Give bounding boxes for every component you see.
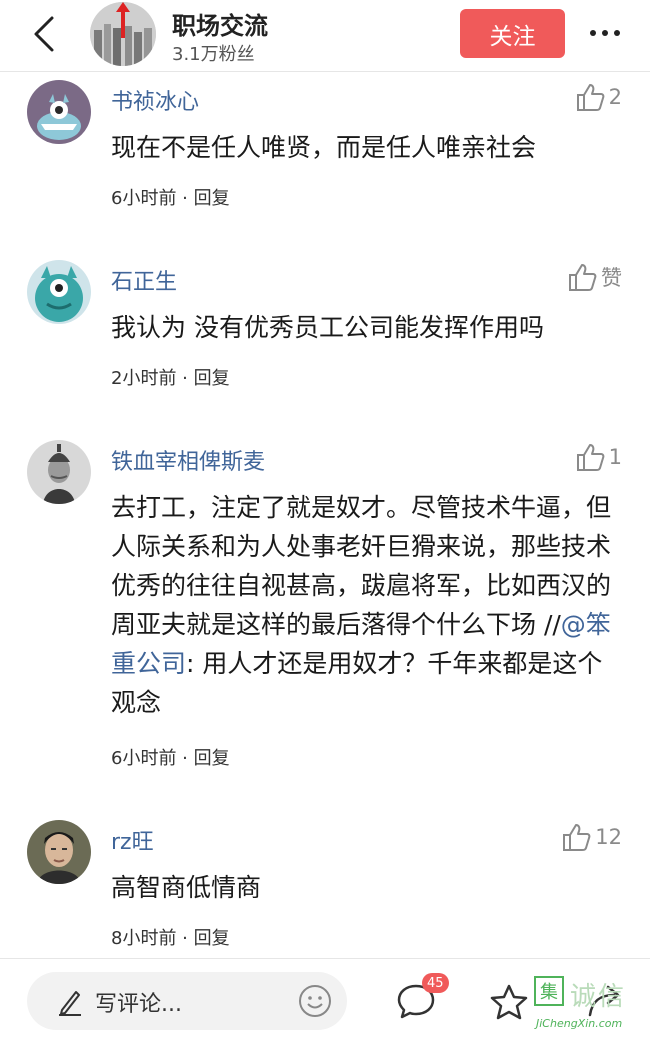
back-button[interactable] bbox=[26, 12, 62, 56]
dot-icon bbox=[602, 30, 608, 36]
comment-item: 石正生 赞 我认为 没有优秀员工公司能发挥作用吗 2小时前 · 回复 bbox=[0, 258, 650, 418]
comment-meta[interactable]: 8小时前 · 回复 bbox=[111, 924, 230, 950]
like-button[interactable]: 2 bbox=[575, 82, 622, 112]
comment-text-body: 去打工，注定了就是奴才。尽管技术牛逼，但人际关系和为人处事老奸巨猾来说，那些技术… bbox=[111, 493, 612, 639]
comment-item: 铁血宰相俾斯麦 1 去打工，注定了就是奴才。尽管技术牛逼，但人际关系和为人处事老… bbox=[0, 438, 650, 778]
thumbs-up-icon bbox=[563, 824, 591, 851]
thumbs-up-icon bbox=[576, 444, 605, 471]
comment-input[interactable]: 写评论... bbox=[27, 972, 347, 1030]
comment-count-badge: 45 bbox=[422, 973, 449, 993]
comment-text: 去打工，注定了就是奴才。尽管技术牛逼，但人际关系和为人处事老奸巨猾来说，那些技术… bbox=[111, 488, 621, 722]
comment-meta[interactable]: 2小时前 · 回复 bbox=[111, 364, 230, 390]
comment-meta[interactable]: 6小时前 · 回复 bbox=[111, 184, 230, 210]
favorite-button[interactable] bbox=[489, 983, 529, 1025]
watermark-box: 集 bbox=[534, 976, 564, 1006]
comment-meta[interactable]: 6小时前 · 回复 bbox=[111, 744, 230, 770]
like-count: 12 bbox=[595, 825, 622, 849]
top-bar: 职场交流 3.1万粉丝 关注 bbox=[0, 0, 650, 72]
thumbs-up-icon bbox=[569, 264, 597, 291]
like-button[interactable]: 1 bbox=[575, 442, 622, 472]
emoji-icon[interactable] bbox=[298, 984, 332, 1018]
comment-username[interactable]: rz旺 bbox=[111, 824, 154, 856]
comment-username[interactable]: 书祯冰心 bbox=[111, 84, 199, 116]
comment-username[interactable]: 铁血宰相俾斯麦 bbox=[111, 444, 265, 476]
like-button[interactable]: 赞 bbox=[567, 262, 622, 292]
comment-input-placeholder: 写评论... bbox=[95, 992, 182, 1017]
avatar[interactable] bbox=[27, 440, 91, 504]
thumbs-up-icon bbox=[576, 84, 605, 111]
avatar[interactable] bbox=[27, 820, 91, 884]
comment-username[interactable]: 石正生 bbox=[111, 264, 177, 296]
dot-icon bbox=[614, 30, 620, 36]
follow-button[interactable]: 关注 bbox=[460, 9, 565, 58]
chevron-left-icon bbox=[34, 16, 54, 52]
comment-item: 书祯冰心 2 现在不是任人唯贤，而是任人唯亲社会 6小时前 · 回复 bbox=[0, 78, 650, 238]
account-avatar[interactable] bbox=[90, 2, 156, 66]
pen-icon bbox=[59, 991, 81, 1016]
dot-icon bbox=[590, 30, 596, 36]
like-label: 赞 bbox=[601, 266, 622, 290]
comment-text: 我认为 没有优秀员工公司能发挥作用吗 bbox=[111, 313, 544, 342]
avatar[interactable] bbox=[27, 260, 91, 324]
avatar[interactable] bbox=[27, 80, 91, 144]
more-options-button[interactable] bbox=[583, 18, 627, 48]
like-count: 1 bbox=[608, 445, 622, 469]
account-name[interactable]: 职场交流 bbox=[172, 6, 268, 41]
like-count: 2 bbox=[608, 85, 622, 109]
comment-text: 现在不是任人唯贤，而是任人唯亲社会 bbox=[111, 133, 537, 162]
watermark-logo: 集 诚信 JiChengXin.com bbox=[532, 970, 650, 1038]
fans-count: 3.1万粉丝 bbox=[172, 44, 255, 65]
like-button[interactable]: 12 bbox=[561, 822, 622, 852]
watermark-chars: 诚信 bbox=[570, 982, 627, 1012]
watermark-url: JiChengXin.com bbox=[536, 1017, 623, 1030]
star-icon bbox=[490, 984, 528, 1020]
comment-item: rz旺 12 高智商低情商 8小时前 · 回复 bbox=[0, 818, 650, 958]
comment-text: 高智商低情商 bbox=[111, 873, 262, 902]
